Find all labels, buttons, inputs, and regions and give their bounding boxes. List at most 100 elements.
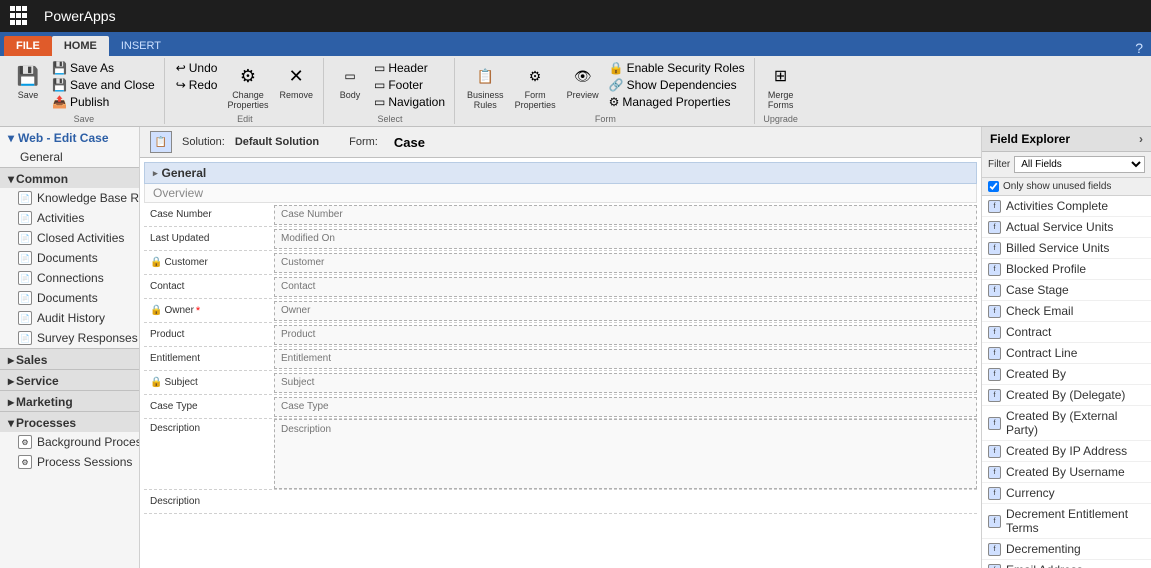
filter-select[interactable]: All Fields Used Fields Unused Fields: [1014, 156, 1145, 173]
field-filter-row: Filter All Fields Used Fields Unused Fie…: [982, 152, 1151, 178]
case-type-input[interactable]: [274, 397, 977, 417]
form-section-general[interactable]: General: [144, 162, 977, 184]
case-type-label: Case Type: [144, 398, 274, 415]
help-icon[interactable]: ?: [1135, 40, 1151, 56]
form-sub-group: 🔒 Enable Security Roles 🔗 Show Dependenc…: [606, 60, 748, 110]
header-button[interactable]: ▭ Header: [371, 60, 448, 76]
change-properties-button[interactable]: ⚙ ChangeProperties: [223, 60, 272, 112]
field-item-blocked-profile[interactable]: f Blocked Profile: [982, 259, 1151, 280]
unused-fields-checkbox[interactable]: [988, 181, 999, 192]
field-item-email-address[interactable]: f Email Address: [982, 560, 1151, 568]
field-item-contract-line[interactable]: f Contract Line: [982, 343, 1151, 364]
field-icon-email-address: f: [988, 564, 1001, 568]
field-item-actual-service[interactable]: f Actual Service Units: [982, 217, 1151, 238]
field-icon-contract-line: f: [988, 347, 1001, 360]
subject-input[interactable]: [274, 373, 977, 393]
save-as-button[interactable]: 💾 Save As: [49, 60, 158, 76]
tab-insert[interactable]: INSERT: [109, 36, 173, 56]
description-textarea[interactable]: [274, 419, 977, 489]
field-item-billed-service[interactable]: f Billed Service Units: [982, 238, 1151, 259]
save-button[interactable]: 💾 Save: [10, 60, 46, 102]
show-dependencies-button[interactable]: 🔗 Show Dependencies: [606, 77, 748, 93]
field-item-created-by-external[interactable]: f Created By (External Party): [982, 406, 1151, 441]
top-bar: PowerApps: [0, 0, 1151, 32]
save-and-close-button[interactable]: 💾 Save and Close: [49, 77, 158, 93]
sidebar-item-survey[interactable]: 📄 Survey Responses: [0, 328, 139, 348]
sidebar-section-sales[interactable]: ▸ Sales: [0, 348, 139, 369]
case-number-input[interactable]: [274, 205, 977, 225]
field-explorer-header: Field Explorer ›: [982, 127, 1151, 152]
sidebar-item-audit[interactable]: 📄 Audit History: [0, 308, 139, 328]
remove-button[interactable]: ✕ Remove: [275, 60, 317, 102]
sidebar-section-service[interactable]: ▸ Service: [0, 369, 139, 390]
sidebar-section-marketing[interactable]: ▸ Marketing: [0, 390, 139, 411]
field-item-created-by[interactable]: f Created By: [982, 364, 1151, 385]
kb-icon: 📄: [18, 191, 32, 205]
sidebar-section-common[interactable]: ▾ Common: [0, 167, 139, 188]
sidebar-item-connections[interactable]: 📄 Connections: [0, 268, 139, 288]
sidebar-item-closed-activities[interactable]: 📄 Closed Activities: [0, 228, 139, 248]
sidebar-item-documents2[interactable]: 📄 Documents: [0, 288, 139, 308]
redo-button[interactable]: ↪ Redo: [173, 77, 221, 93]
product-input[interactable]: [274, 325, 977, 345]
field-label-created-by-username: Created By Username: [1006, 465, 1125, 479]
field-item-activities-complete[interactable]: f Activities Complete: [982, 196, 1151, 217]
sidebar-title: Web - Edit Case: [18, 131, 108, 145]
field-item-created-by-delegate[interactable]: f Created By (Delegate): [982, 385, 1151, 406]
managed-properties-button[interactable]: ⚙ Managed Properties: [606, 94, 748, 110]
field-label-blocked-profile: Blocked Profile: [1006, 262, 1086, 276]
business-rules-button[interactable]: 📋 BusinessRules: [463, 60, 508, 112]
entitlement-input[interactable]: [274, 349, 977, 369]
sidebar-item-general[interactable]: General: [0, 147, 139, 167]
field-label-case-stage: Case Stage: [1006, 283, 1069, 297]
body-button[interactable]: ▭ Body: [332, 60, 368, 102]
field-item-created-by-ip[interactable]: f Created By IP Address: [982, 441, 1151, 462]
field-label-email-address: Email Address: [1006, 563, 1083, 568]
customer-input[interactable]: [274, 253, 977, 273]
field-icon-case-stage: f: [988, 284, 1001, 297]
customer-label: 🔒 Customer: [144, 254, 274, 271]
tab-file[interactable]: FILE: [4, 36, 52, 56]
solution-label: Solution:: [182, 136, 225, 148]
field-item-currency[interactable]: f Currency: [982, 483, 1151, 504]
footer-button[interactable]: ▭ Footer: [371, 77, 448, 93]
owner-input[interactable]: [274, 301, 977, 321]
field-row-entitlement: Entitlement: [144, 347, 977, 371]
preview-button[interactable]: 👁 Preview: [563, 60, 603, 102]
main-layout: ▾ Web - Edit Case General ▾ Common 📄 Kno…: [0, 127, 1151, 568]
undo-button[interactable]: ↩ Undo: [173, 60, 221, 76]
field-icon-created-by: f: [988, 368, 1001, 381]
sales-arrow: ▸: [8, 353, 14, 367]
field-item-contract[interactable]: f Contract: [982, 322, 1151, 343]
app-grid-icon[interactable]: [10, 6, 30, 26]
contact-input[interactable]: [274, 277, 977, 297]
tab-home[interactable]: HOME: [52, 36, 109, 56]
field-label-created-by: Created By: [1006, 367, 1066, 381]
enable-security-button[interactable]: 🔒 Enable Security Roles: [606, 60, 748, 76]
business-rules-icon: 📋: [471, 62, 499, 90]
process-sessions-label: Process Sessions: [37, 455, 132, 469]
field-item-created-by-username[interactable]: f Created By Username: [982, 462, 1151, 483]
sidebar-item-bg-processes[interactable]: ⚙ Background Processes: [0, 432, 139, 452]
form-properties-button[interactable]: ⚙ FormProperties: [511, 60, 560, 112]
navigation-button[interactable]: ▭ Navigation: [371, 94, 448, 110]
last-updated-input[interactable]: [274, 229, 977, 249]
field-explorer-title: Field Explorer: [990, 132, 1070, 146]
sidebar-item-process-sessions[interactable]: ⚙ Process Sessions: [0, 452, 139, 472]
field-explorer-toggle[interactable]: ›: [1139, 132, 1143, 146]
form-properties-label: FormProperties: [515, 90, 556, 110]
field-item-check-email[interactable]: f Check Email: [982, 301, 1151, 322]
sidebar-section-processes[interactable]: ▾ Processes: [0, 411, 139, 432]
field-item-decrement-terms[interactable]: f Decrement Entitlement Terms: [982, 504, 1151, 539]
field-item-case-stage[interactable]: f Case Stage: [982, 280, 1151, 301]
preview-icon: 👁: [569, 62, 597, 90]
field-row-contact: Contact: [144, 275, 977, 299]
dependencies-label: Show Dependencies: [627, 78, 737, 92]
select-sub-group: ▭ Header ▭ Footer ▭ Navigation: [371, 60, 448, 110]
publish-button[interactable]: 📤 Publish: [49, 94, 158, 110]
footer-icon: ▭: [374, 78, 385, 92]
sidebar-item-kb[interactable]: 📄 Knowledge Base Reco...: [0, 188, 139, 208]
sidebar-item-activities[interactable]: 📄 Activities: [0, 208, 139, 228]
sidebar-item-documents[interactable]: 📄 Documents: [0, 248, 139, 268]
merge-forms-button[interactable]: ⊞ MergeForms: [763, 60, 799, 112]
